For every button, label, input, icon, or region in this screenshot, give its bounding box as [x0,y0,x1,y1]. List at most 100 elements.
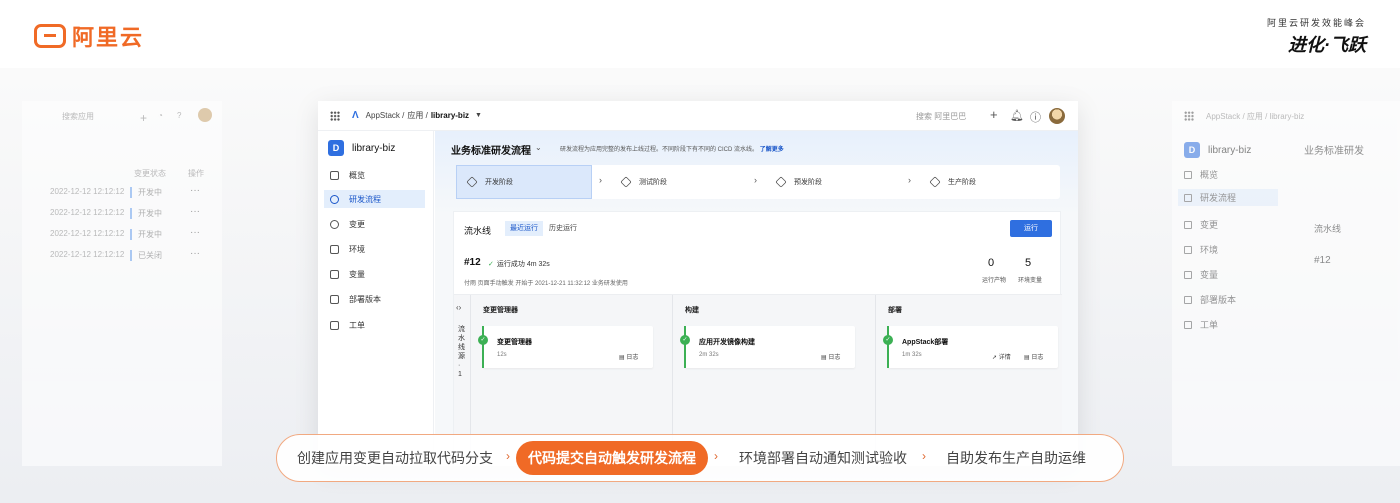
run-id[interactable]: #12 [464,257,481,268]
flow-title[interactable]: 业务标准研发流程 [451,142,531,157]
breadcrumb-current[interactable]: library-biz [431,111,469,120]
ticket-icon [1184,320,1192,329]
stage-bar: 开发阶段 › 测试阶段 › 预发阶段 › 生产阶段 [456,165,1060,199]
avatar [198,108,212,122]
stage-staging[interactable]: 预发阶段 [766,165,906,199]
process-step[interactable]: 环境部署自动通知测试验收 [739,435,907,481]
ghost-nav-item: 研发流程 [1178,189,1278,206]
chevron-right-icon: › [754,175,757,185]
overview-icon [1184,170,1192,179]
ghost-row-status: 开发中 [130,187,162,198]
stage-test[interactable]: 测试阶段 [611,165,751,199]
rocket-icon [929,176,941,188]
sidebar-item-label: 工单 [349,320,365,330]
document-icon [330,320,339,330]
log-link[interactable]: ▤ 日志 [1024,352,1043,361]
stage-prod[interactable]: 生产阶段 [920,165,1060,199]
ghost-header-ops: 操作 [188,169,204,178]
ghost-nav-item: 环境 [1184,243,1218,256]
change-icon [330,219,339,229]
search-input[interactable]: 搜索 阿里巴巴 [916,111,966,122]
artifacts-count[interactable]: 0 [988,257,994,269]
summit-title: 进化·飞跃 [1288,35,1366,55]
details-link[interactable]: ➚ 详情 [992,352,1011,361]
check-icon: ✓ [488,261,494,268]
variable-icon [330,269,339,279]
window-topbar: Λ AppStack / 应用 / library-biz ▼ 搜索 阿里巴巴 … [318,101,1078,131]
sidebar-item-label: 变更 [349,219,365,229]
bell-icon: ◔ [158,111,163,120]
sidebar-item-label: 概览 [349,170,365,180]
ghost-nav-item: 变量 [1184,268,1218,281]
app-header[interactable]: D library-biz [328,140,395,156]
sidebar-item-overview[interactable]: 概览 [324,166,425,184]
ghost-pipeline-title: 流水线 [1314,224,1342,234]
ghost-row-time: 2022-12-12 12:12:12 [50,187,125,196]
process-step[interactable]: 创建应用变更自动拉取代码分支 [297,435,493,481]
sidebar-item-change[interactable]: 变更 [324,215,425,233]
site-header: 阿里云 阿里云研发效能峰会 进化·飞跃 [0,0,1400,68]
plus-icon[interactable]: + [990,107,998,122]
chevron-right-icon: › [714,449,718,463]
process-step[interactable]: 自助发布生产自助运维 [946,435,1086,481]
breadcrumb-root[interactable]: AppStack / [366,111,405,120]
chart-icon [330,170,339,180]
job-duration: 12s [497,352,507,358]
avatar[interactable] [1049,108,1065,124]
sidebar-item-label: 部署版本 [349,294,381,304]
job-card[interactable]: ✓ 应用开发镜像构建 2m 32s ▤ 日志 [680,326,855,368]
chevron-right-icon: › [599,175,602,185]
sidebar-item-versions[interactable]: 部署版本 [324,290,425,308]
pipeline-panel: 流水线 最近运行 历史运行 运行 #12 ✓ 运行成功 4m 32s 付雨 页面手… [453,211,1062,466]
more-icon[interactable]: ··· [190,248,200,259]
apps-grid-icon[interactable] [330,111,340,121]
more-icon[interactable]: ··· [190,227,200,238]
ghost-row-time: 2022-12-12 12:12:12 [50,250,125,259]
breadcrumb-section[interactable]: 应用 / [407,110,427,121]
success-icon: ✓ [478,335,488,345]
help-icon[interactable]: ⓘ [1030,109,1041,125]
learn-more-link[interactable]: 了解更多 [760,147,784,153]
log-link[interactable]: ▤ 日志 [821,352,840,361]
ghost-card-right: AppStack / 应用 / library-biz D library-bi… [1172,101,1400,466]
variables-label: 环境变量 [1018,278,1043,284]
env-icon [1184,245,1192,254]
run-button[interactable]: 运行 [1010,220,1052,237]
job-card[interactable]: ✓ 变更管理器 12s ▤ 日志 [478,326,653,368]
sidebar-item-label: 研发流程 [349,194,381,204]
success-icon: ✓ [680,335,690,345]
sidebar-item-env[interactable]: 环境 [324,240,425,258]
bell-icon[interactable]: 🔔︎ [1010,109,1024,122]
sidebar-item-variables[interactable]: 变量 [324,265,425,283]
column-title: 构建 [685,307,699,314]
variables-count[interactable]: 5 [1025,257,1031,269]
column-title: 变更管理器 [483,307,518,314]
sidebar-item-tickets[interactable]: 工单 [324,316,425,334]
status-line [482,326,484,368]
rocket-icon [775,176,787,188]
run-status: ✓ 运行成功 4m 32s [488,261,550,268]
status-line [684,326,686,368]
tab-history-runs[interactable]: 历史运行 [544,221,582,236]
collapse-icon[interactable]: ‹› [456,303,461,312]
stage-label: 预发阶段 [794,179,822,186]
log-link[interactable]: ▤ 日志 [619,352,638,361]
job-card[interactable]: ✓ AppStack部署 1m 32s ➚ 详情 ▤ 日志 [883,326,1058,368]
sidebar-item-label: 环境 [349,244,365,254]
job-duration: 1m 32s [902,352,922,358]
apps-grid-icon [1184,111,1194,121]
sidebar-item-flow[interactable]: 研发流程 [324,190,425,208]
app-badge: D [1184,142,1200,158]
more-icon[interactable]: ··· [190,206,200,217]
aliyun-logo[interactable]: 阿里云 [34,20,144,52]
ghost-app-head: D library-biz [1184,142,1251,158]
more-icon[interactable]: ··· [190,185,200,196]
stage-dev[interactable]: 开发阶段 [456,165,592,199]
ghost-nav-item: 概览 [1184,168,1218,181]
tab-recent-runs[interactable]: 最近运行 [505,221,543,236]
chevron-down-icon[interactable]: ⌄ [535,143,542,152]
chevron-down-icon[interactable]: ▼ [475,112,482,119]
process-step-active[interactable]: 代码提交自动触发研发流程 [516,441,708,475]
chevron-right-icon: › [506,449,510,463]
aliyun-logo-icon [34,24,66,48]
